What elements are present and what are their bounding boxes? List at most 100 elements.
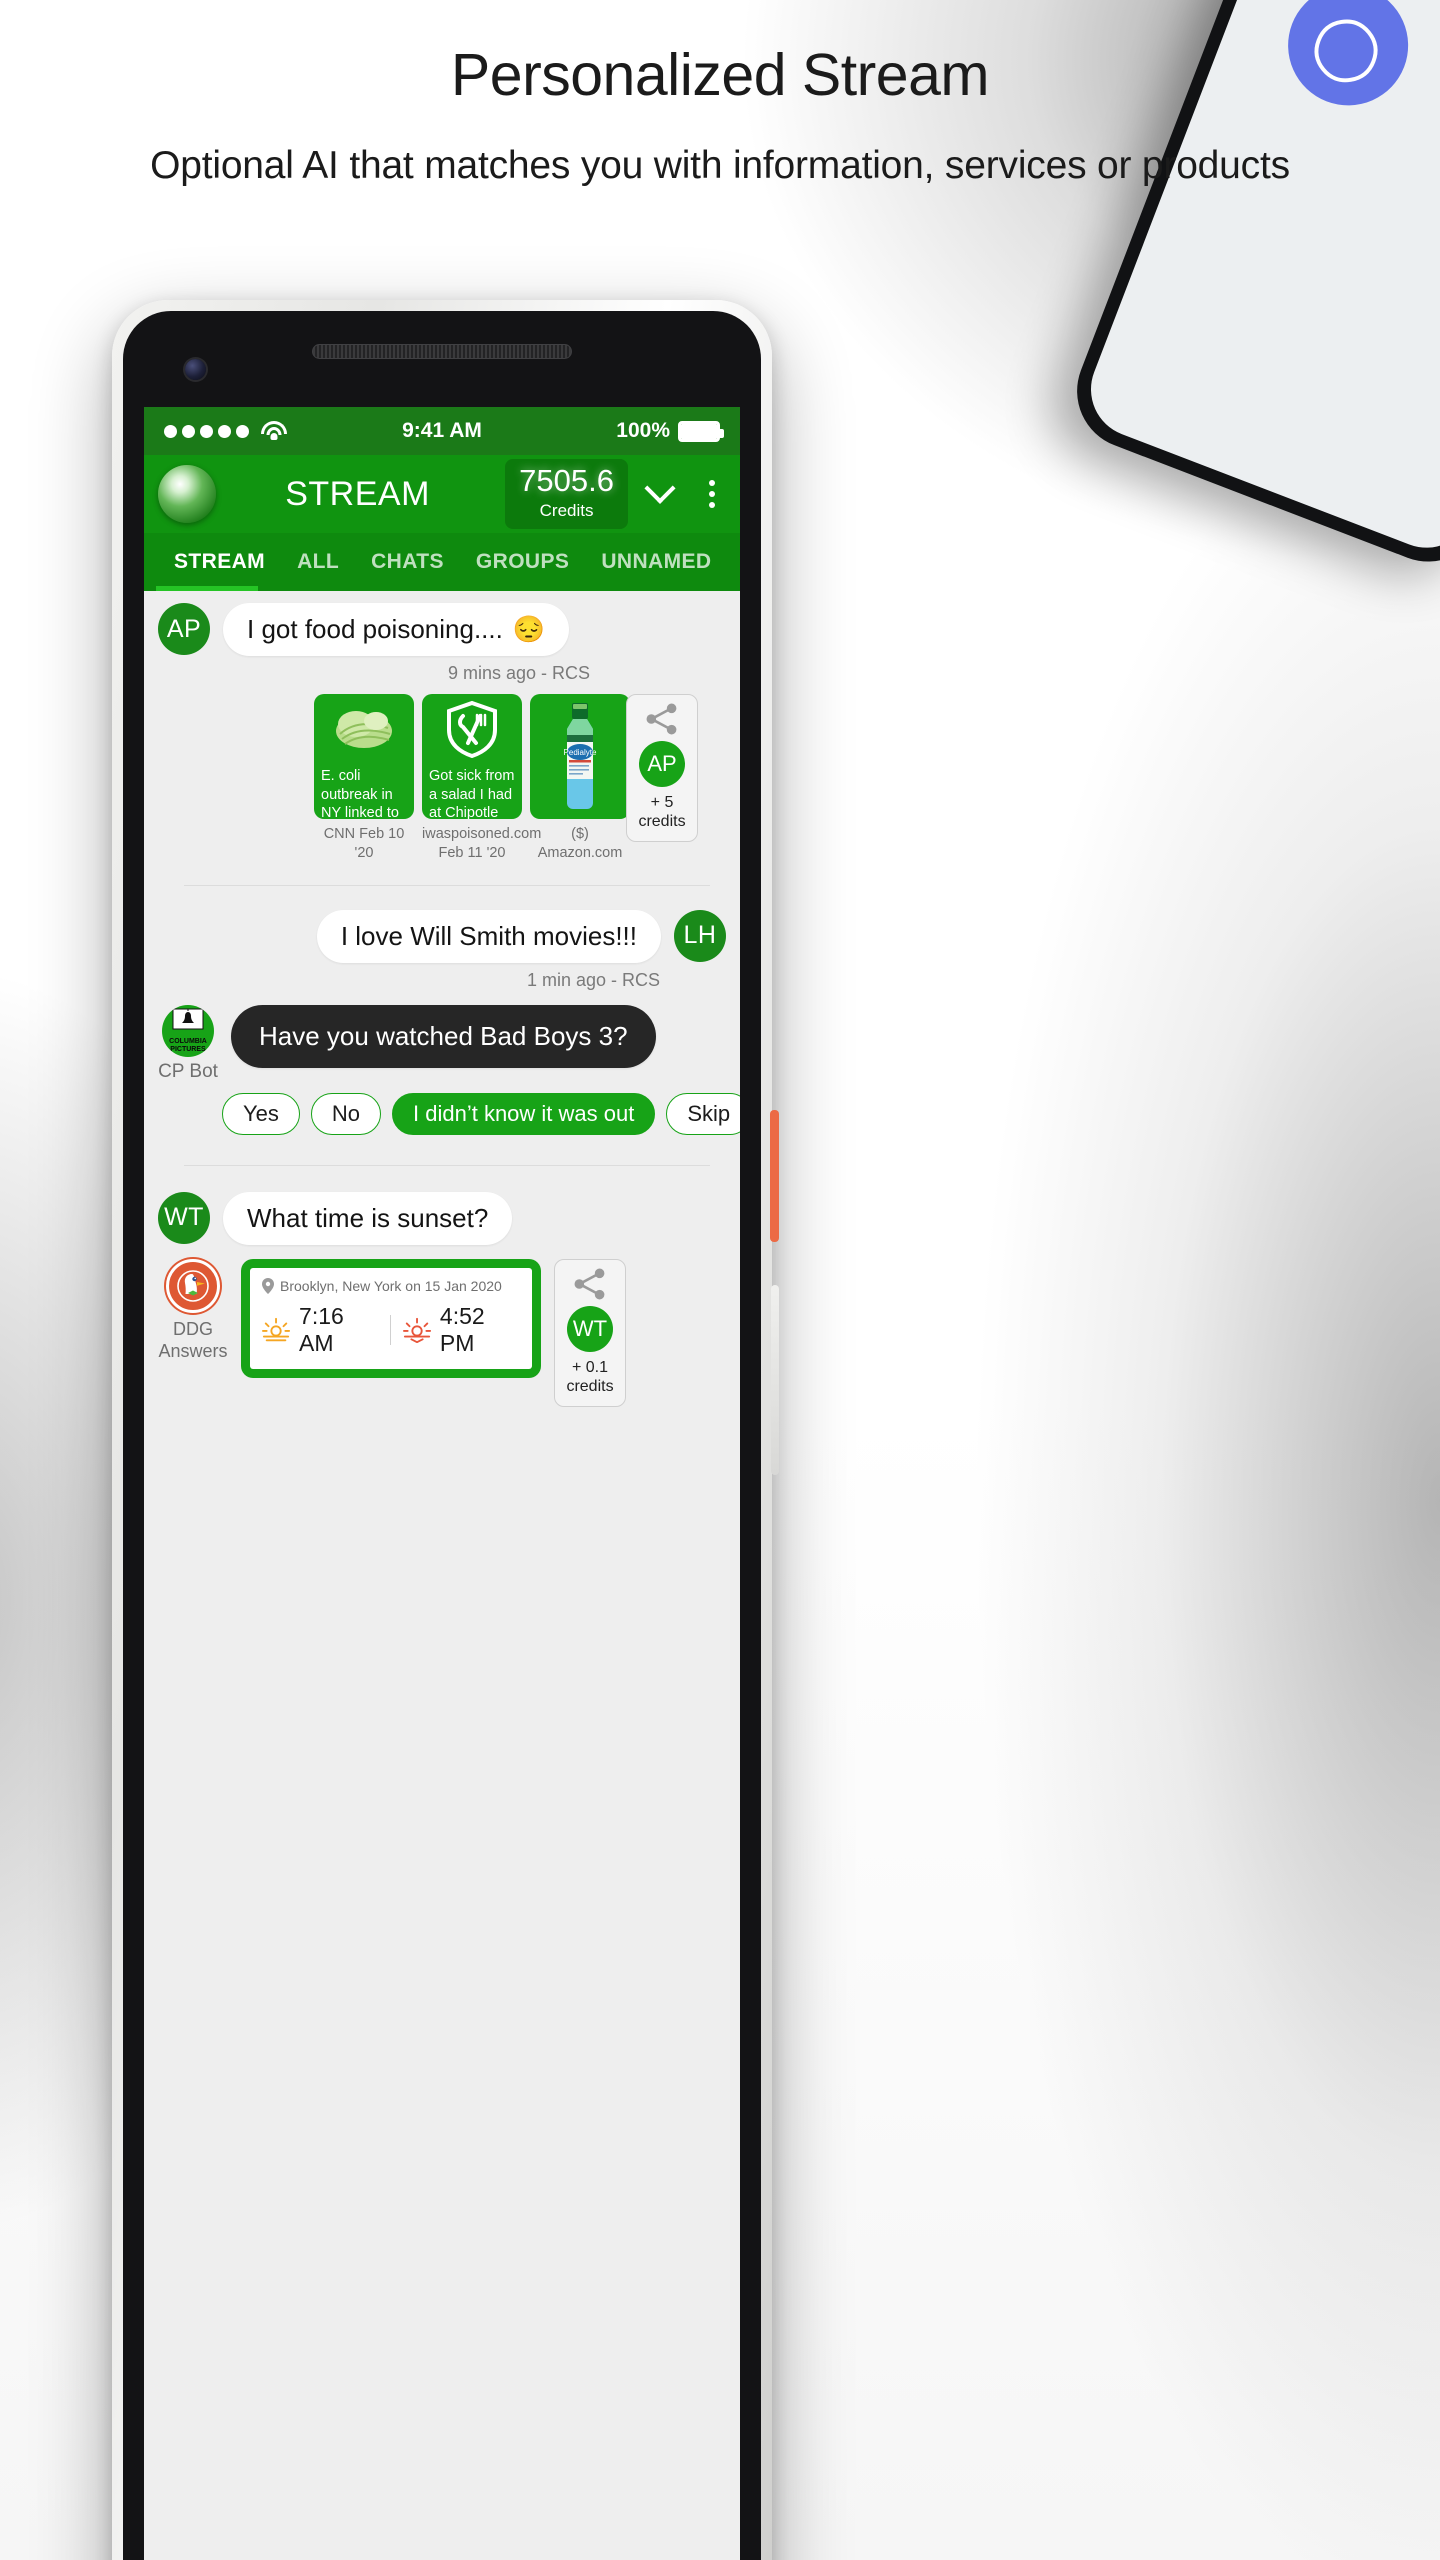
quick-reply-row: Yes No I didn’t know it was out Skip [144, 1092, 740, 1135]
answer-location-text: Brooklyn, New York on 15 Jan 2020 [280, 1277, 502, 1294]
chevron-down-icon[interactable] [638, 483, 682, 505]
credits-badge[interactable]: 7505.6 Credits [505, 459, 628, 529]
earpiece-speaker [312, 344, 572, 359]
status-bar-time: 9:41 AM [402, 419, 482, 442]
card-caption: iwaspoisoned.com Feb 11 '20 [422, 826, 542, 861]
power-button[interactable] [770, 1110, 779, 1242]
avatar[interactable]: LH [674, 909, 726, 962]
battery-full-icon [678, 420, 724, 442]
bot-message-bubble[interactable]: Have you watched Bad Boys 3? [231, 1004, 656, 1068]
product-card[interactable]: Pedialyte [530, 694, 630, 819]
quick-reply-didnt-know[interactable]: I didn’t know it was out [392, 1092, 656, 1135]
profile-orb-icon[interactable] [158, 465, 216, 523]
battery-percent-label: 100% [616, 419, 670, 442]
promo-text-block: Personalized Stream Optional AI that mat… [0, 42, 1440, 197]
pensive-face-emoji-icon: 😔 [512, 614, 546, 644]
message-bubble[interactable]: I got food poisoning.... 😔 [223, 603, 570, 656]
message-row-ap: AP I got food poisoning.... 😔 [144, 603, 740, 656]
message-text: I got food poisoning.... [247, 614, 503, 644]
front-camera-icon [185, 359, 206, 380]
phone-mockup: 9:41 AM 100% STREAM 7505.6 Credits STREA… [112, 300, 779, 2560]
tab-bar: STREAM ALL CHATS GROUPS UNNAMED [144, 533, 740, 591]
food-shield-icon [422, 694, 522, 764]
message-row-wt: WT What time is sunset? [144, 1191, 740, 1245]
wifi-icon [261, 421, 287, 441]
message-meta: 9 mins ago - RCS [447, 663, 590, 683]
share-icon [646, 703, 677, 735]
signal-dot-icon [236, 424, 249, 438]
report-card[interactable]: Got sick from a salad I had at Chipotle … [422, 694, 522, 819]
divider [184, 1164, 710, 1166]
divider [389, 1314, 391, 1345]
share-panel[interactable]: WT + 0.1 credits [554, 1258, 626, 1408]
share-panel[interactable]: AP + 5 credits [626, 694, 698, 843]
columbia-pictures-icon: COLUMBIA PICTURES [162, 1004, 214, 1057]
page-title: Personalized Stream [450, 42, 990, 108]
sun-times: 7:16 AM 4:52 PM [262, 1303, 520, 1357]
conversation-empty-space [144, 1407, 740, 2560]
lettuce-icon [314, 694, 414, 764]
news-card[interactable]: E. coli outbreak in NY linked to romaine… [314, 694, 414, 819]
sunrise-sunset-card[interactable]: Brooklyn, New York on 15 Jan 2020 7:16 A… [241, 1258, 541, 1378]
tab-groups[interactable]: GROUPS [460, 533, 585, 591]
card-text: Got sick from a salad I had at Chipotle … [429, 768, 515, 819]
app-title: STREAM [285, 474, 430, 513]
signal-dot-icon [164, 424, 177, 438]
credits-earned-label: + 0.1 credits [566, 1358, 614, 1395]
sunset-icon [402, 1317, 431, 1343]
message-text: I love Will Smith movies!!! [340, 920, 637, 951]
tab-chats[interactable]: CHATS [355, 533, 460, 591]
avatar: WT [567, 1305, 613, 1352]
credits-label: Credits [539, 500, 594, 520]
message-row-lh: I love Will Smith movies!!! LH [144, 909, 740, 963]
answer-card-row: DDG Answers Brooklyn, New York on 15 Jan… [144, 1258, 740, 1408]
sunrise-icon [262, 1317, 291, 1341]
quick-reply-yes[interactable]: Yes [222, 1092, 300, 1135]
map-pin-icon [262, 1277, 274, 1294]
card-column: E. coli outbreak in NY linked to romaine… [314, 694, 414, 863]
card-caption: CNN Feb 10 '20 [323, 826, 405, 861]
volume-button[interactable] [771, 1285, 779, 1475]
phone-bezel: 9:41 AM 100% STREAM 7505.6 Credits STREA… [123, 311, 761, 2560]
page-subtitle: Optional AI that matches you with inform… [150, 144, 1290, 188]
message-text: What time is sunset? [247, 1202, 489, 1233]
sunrise-entry: 7:16 AM [262, 1303, 378, 1357]
card-column: Pedialyte ($) Amazon.com [530, 694, 630, 863]
avatar[interactable]: AP [158, 603, 210, 655]
sunset-time: 4:52 PM [439, 1302, 485, 1356]
signal-dot-icon [200, 424, 213, 438]
message-bubble[interactable]: What time is sunset? [223, 1191, 513, 1245]
card-column: Got sick from a salad I had at Chipotle … [422, 694, 542, 863]
status-bar-right: 100% [482, 419, 724, 443]
columbia-logo-line2: PICTURES [170, 1045, 206, 1053]
conversation-list[interactable]: AP I got food poisoning.... 😔 9 mins ago… [144, 591, 740, 2560]
recommendation-card-strip: E. coli outbreak in NY linked to romaine… [144, 694, 740, 863]
status-bar-left [164, 421, 402, 441]
message-text: Have you watched Bad Boys 3? [259, 1020, 628, 1051]
divider [184, 884, 710, 886]
quick-reply-skip[interactable]: Skip [666, 1092, 740, 1135]
pedialyte-bottle-icon: Pedialyte [564, 702, 597, 809]
app-bar: STREAM 7505.6 Credits [144, 455, 740, 533]
signal-dot-icon [218, 424, 231, 438]
credits-value: 7505.6 [519, 463, 614, 499]
bot-name-label: CP Bot [158, 1060, 218, 1082]
share-icon [574, 1268, 605, 1300]
message-row-bot: COLUMBIA PICTURES CP Bot Have you watche… [144, 1004, 740, 1083]
phone-screen: 9:41 AM 100% STREAM 7505.6 Credits STREA… [144, 407, 740, 2560]
tab-all[interactable]: ALL [281, 533, 355, 591]
kebab-menu-icon[interactable] [692, 480, 732, 508]
sunset-entry: 4:52 PM [402, 1302, 520, 1357]
avatar[interactable]: WT [158, 1191, 210, 1244]
message-bubble[interactable]: I love Will Smith movies!!! [316, 909, 661, 963]
card-text: E. coli outbreak in NY linked to romaine… [321, 768, 399, 819]
tab-unnamed[interactable]: UNNAMED [585, 533, 727, 591]
svg-text:Pedialyte: Pedialyte [564, 748, 597, 757]
status-bar: 9:41 AM 100% [144, 407, 740, 455]
answer-location: Brooklyn, New York on 15 Jan 2020 [262, 1277, 520, 1294]
tab-stream[interactable]: STREAM [158, 533, 281, 591]
sunrise-time: 7:16 AM [299, 1302, 344, 1356]
quick-reply-no[interactable]: No [310, 1092, 382, 1135]
credits-earned-label: + 5 credits [638, 794, 686, 831]
avatar: AP [639, 741, 685, 787]
